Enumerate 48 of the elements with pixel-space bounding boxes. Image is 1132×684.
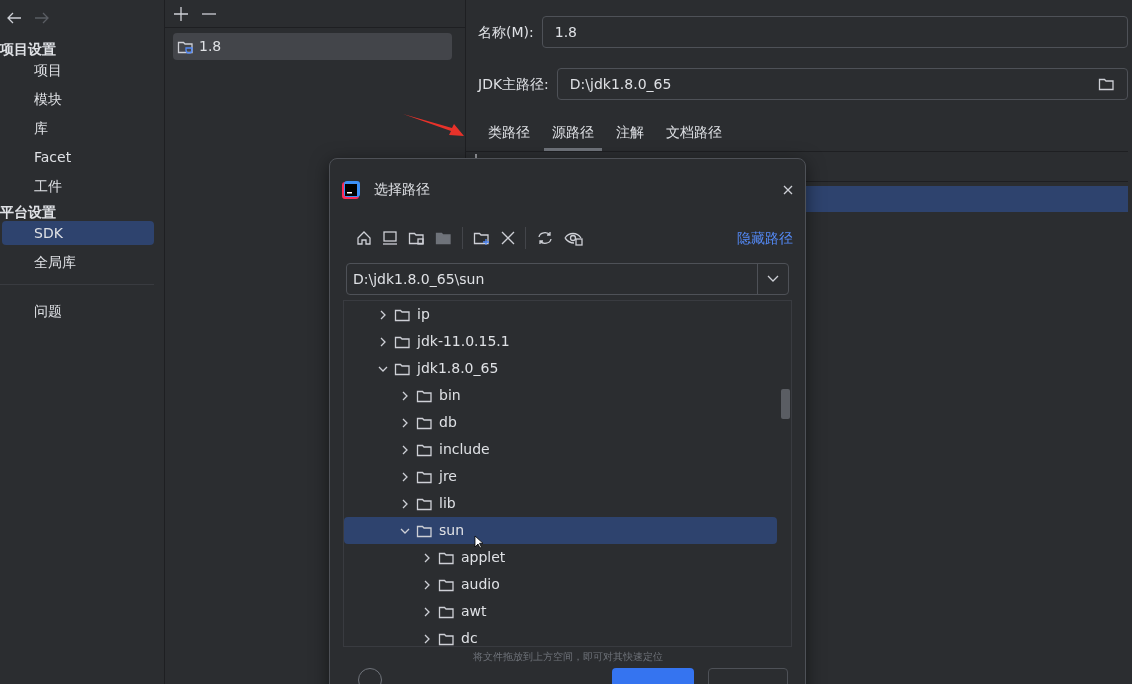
sidebar-item[interactable]: SDK <box>2 221 154 245</box>
input-field[interactable]: 1.8 <box>541 16 1128 48</box>
folder-name: jdk-11.0.15.1 <box>417 332 510 351</box>
sidebar-item[interactable]: 库 <box>2 116 154 140</box>
folder-name: lib <box>439 494 456 513</box>
tree-row[interactable]: lib <box>344 490 777 517</box>
tree-row[interactable]: db <box>344 409 777 436</box>
tree-row[interactable]: ip <box>344 301 777 328</box>
folder-name: bin <box>439 386 461 405</box>
sidebar-item[interactable]: 工件 <box>2 174 154 198</box>
path-combobox[interactable]: D:\jdk1.8.0_65\sun <box>346 263 789 295</box>
field-label: JDK主路径: <box>478 74 549 94</box>
section-header: 项目设置 <box>0 40 57 58</box>
tab[interactable]: 类路径 <box>480 120 538 151</box>
tree-row[interactable]: audio <box>344 571 777 598</box>
folder-name: jre <box>439 467 457 486</box>
tab[interactable]: 文档路径 <box>658 120 730 151</box>
folder-name: include <box>439 440 490 459</box>
sidebar-item[interactable]: Facet <box>2 145 154 169</box>
folder-name: db <box>439 413 457 432</box>
tree-row[interactable]: sun <box>344 517 777 544</box>
tab[interactable]: 注解 <box>608 120 652 151</box>
dialog-title: 选择路径 <box>374 180 431 199</box>
sidebar-item[interactable]: 项目 <box>2 58 154 82</box>
folder-name: jdk1.8.0_65 <box>417 359 499 378</box>
sidebar-item[interactable]: 模块 <box>2 87 154 111</box>
folder-name: ip <box>417 305 430 324</box>
tree-row[interactable]: awt <box>344 598 777 625</box>
field-label: 名称(M): <box>478 22 534 42</box>
folder-name: awt <box>461 602 487 621</box>
jdk-list-item[interactable]: 1.8 <box>173 33 452 60</box>
tree-row[interactable]: include <box>344 436 777 463</box>
folder-name: audio <box>461 575 500 594</box>
hide-path-link[interactable]: 隐藏路径 <box>737 227 793 249</box>
folder-name: dc <box>461 629 478 646</box>
tree-row[interactable]: bin <box>344 382 777 409</box>
tab[interactable]: 源路径 <box>544 120 602 151</box>
tree-row[interactable]: applet <box>344 544 777 571</box>
tree-row[interactable]: jre <box>344 463 777 490</box>
folder-name: sun <box>439 521 465 540</box>
input-field[interactable]: D:\jdk1.8.0_65 <box>556 68 1128 100</box>
folder-name: applet <box>461 548 506 567</box>
sidebar-item[interactable]: 问题 <box>2 299 154 323</box>
sidebar-item[interactable]: 全局库 <box>2 250 154 274</box>
tree-row[interactable]: dc <box>344 625 777 646</box>
section-header: 平台设置 <box>0 203 57 221</box>
tree-row[interactable]: jdk1.8.0_65 <box>344 355 777 382</box>
tree-row[interactable]: jdk-11.0.15.1 <box>344 328 777 355</box>
